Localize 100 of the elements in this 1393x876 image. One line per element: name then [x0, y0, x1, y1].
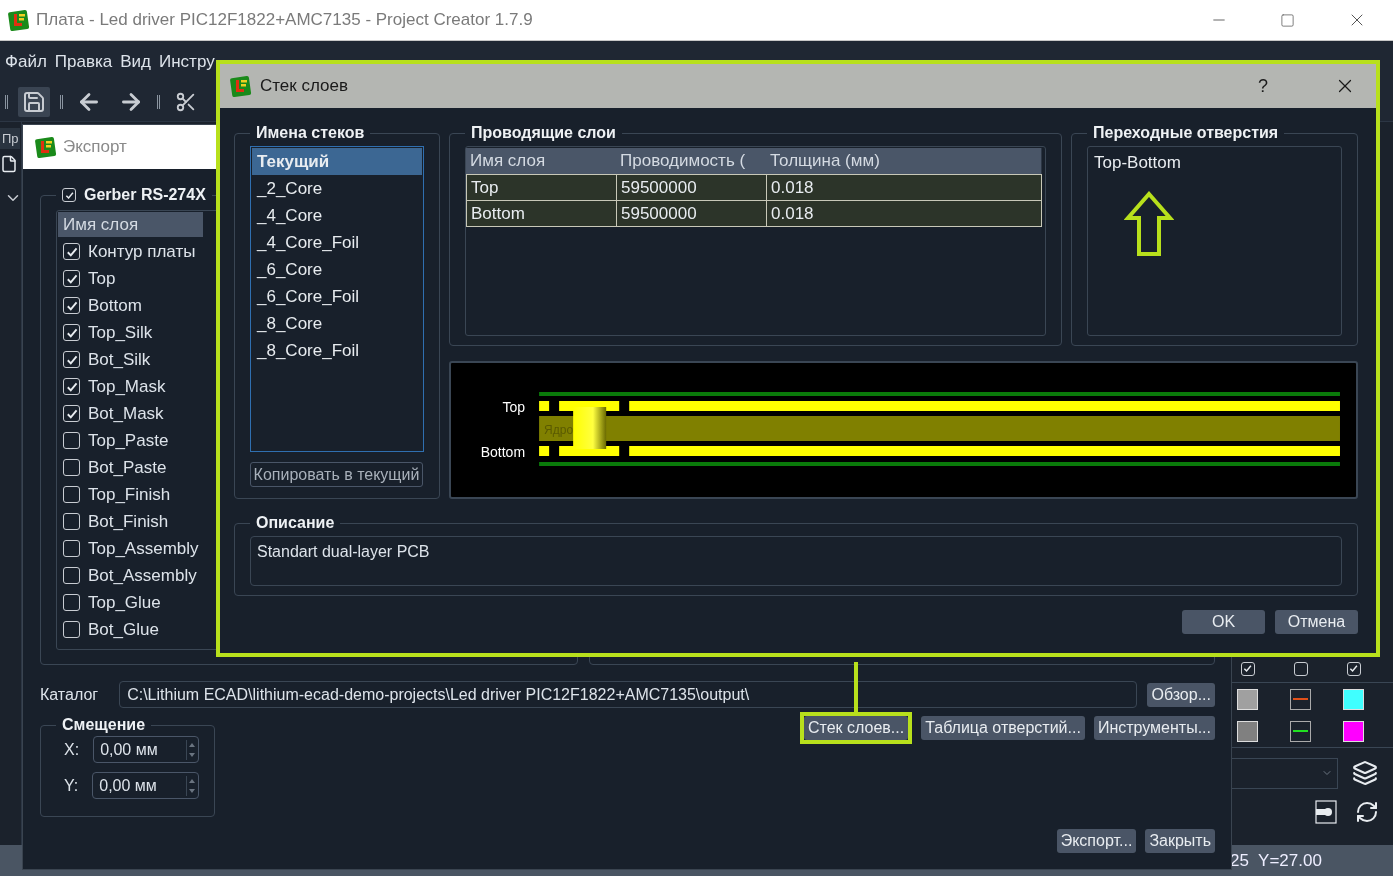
layer-name: Bot_Assembly — [88, 565, 198, 586]
group-title: Смещение — [62, 716, 146, 734]
checkbox[interactable] — [1240, 661, 1255, 676]
list-item[interactable]: _8_Core_Foil — [252, 337, 422, 364]
color-swatch[interactable] — [1237, 720, 1258, 742]
list-item[interactable]: _6_Core — [252, 256, 422, 283]
checkbox[interactable] — [63, 324, 80, 341]
checkbox[interactable] — [63, 459, 80, 476]
checkbox[interactable] — [1293, 661, 1308, 676]
dialog-title: Стек слоев — [260, 76, 349, 96]
check-icon — [65, 353, 78, 366]
dialog-button[interactable]: Закрыть — [1145, 829, 1215, 853]
app-logo-icon — [8, 9, 30, 31]
list-item[interactable]: _2_Core — [252, 175, 422, 202]
layer-name: Top_Paste — [88, 430, 170, 451]
checkbox[interactable] — [1346, 661, 1361, 676]
check-icon — [1243, 664, 1252, 673]
app-logo-icon — [35, 136, 57, 158]
checkbox[interactable] — [63, 351, 80, 368]
checkbox[interactable] — [63, 540, 80, 557]
color-swatch[interactable] — [1237, 688, 1258, 710]
checkbox[interactable] — [63, 378, 80, 395]
menu-item[interactable]: Инстру — [155, 51, 219, 72]
refresh-icon[interactable] — [1355, 800, 1379, 824]
check-icon — [65, 407, 78, 420]
layer-label: Bottom — [480, 444, 526, 460]
column-header[interactable]: Толщина (мм) — [766, 148, 1042, 174]
checkbox[interactable] — [63, 270, 80, 287]
description-field[interactable]: Standart dual-layer PCB — [250, 536, 1342, 586]
group-title: Переходные отверстия — [1093, 124, 1279, 142]
table-cell: Bottom — [466, 200, 617, 227]
checkbox[interactable] — [63, 405, 80, 422]
field-label: X: — [64, 740, 80, 759]
table-cell: 0.018 — [766, 174, 1042, 201]
color-swatch[interactable] — [1343, 720, 1364, 742]
layer-name: Top_Assembly — [88, 538, 200, 559]
save-icon[interactable] — [18, 86, 50, 117]
color-swatch[interactable] — [1343, 688, 1364, 710]
line-swatch[interactable] — [1290, 720, 1311, 742]
layer-name: Top — [88, 268, 117, 289]
checkbox[interactable] — [62, 188, 76, 202]
group-title: Gerber RS-274X — [84, 186, 206, 204]
layer-name: Bot_Silk — [88, 349, 152, 370]
table-cell: 59500000 — [616, 174, 767, 201]
spin-field[interactable]: 0,00 мм — [92, 772, 199, 799]
layer-name: Bot_Mask — [88, 403, 165, 424]
path-field[interactable]: C:\Lithium ECAD\lithium-ecad-demo-projects\Led driver PIC12F1822+AMC7135\output\ — [119, 681, 1138, 708]
layer-name: Top_Silk — [88, 322, 154, 343]
tab[interactable]: Пр — [0, 128, 20, 149]
group-title: Имена стеков — [256, 124, 365, 142]
table-cell: 0.018 — [766, 200, 1042, 227]
document-icon[interactable] — [0, 155, 18, 173]
menu-item[interactable]: Файл — [1, 51, 51, 72]
menu-item[interactable]: Вид — [116, 51, 155, 72]
check-icon — [65, 272, 78, 285]
layer-name: Bot_Glue — [88, 619, 160, 640]
dialog-button[interactable]: Таблица отверстий... — [921, 716, 1085, 740]
checkbox[interactable] — [63, 567, 80, 584]
checkbox[interactable] — [63, 243, 80, 260]
layer-label: Top — [502, 399, 526, 415]
checkbox[interactable] — [63, 486, 80, 503]
spin-field[interactable]: 0,00 мм — [93, 736, 199, 763]
browse-button[interactable]: Обзор... — [1147, 682, 1215, 707]
layer-name: Контур платы — [88, 241, 197, 262]
list-item[interactable]: Текущий — [252, 148, 422, 175]
group-title: Описание — [256, 514, 335, 532]
check-icon — [64, 190, 74, 200]
check-icon — [65, 245, 78, 258]
dialog-button[interactable]: Стек слоев... — [803, 716, 909, 740]
menu-item[interactable]: Правка — [50, 51, 117, 72]
arrow-up-icon — [1124, 191, 1174, 257]
line-swatch[interactable] — [1290, 688, 1311, 710]
layer-name: Bot_Paste — [88, 457, 168, 478]
checkbox[interactable] — [63, 594, 80, 611]
layer-name: Top_Mask — [88, 376, 167, 397]
dialog-title: Экспорт — [63, 137, 127, 157]
table-cell: 59500000 — [616, 200, 767, 227]
checkbox[interactable] — [63, 297, 80, 314]
list-item[interactable]: _6_Core_Foil — [252, 283, 422, 310]
checkbox[interactable] — [63, 432, 80, 449]
check-icon — [1349, 664, 1358, 673]
column-header[interactable]: Проводимость ( — [616, 148, 767, 174]
copy-button[interactable]: Копировать в текущий — [250, 462, 423, 487]
dialog-button[interactable]: Отмена — [1275, 610, 1358, 634]
list-item[interactable]: _4_Core — [252, 202, 422, 229]
column-header[interactable]: Имя слоя — [58, 212, 203, 237]
checkbox[interactable] — [63, 621, 80, 638]
list-item[interactable]: _4_Core_Foil — [252, 229, 422, 256]
column-header[interactable]: Имя слоя — [466, 148, 617, 174]
layer-name: Top_Finish — [88, 484, 172, 505]
pad-icon[interactable] — [1315, 800, 1337, 824]
list-item[interactable]: _8_Core — [252, 310, 422, 337]
list-item[interactable]: Top-Bottom — [1094, 153, 1335, 173]
dialog-button[interactable]: Экспорт... — [1056, 829, 1137, 853]
help-button[interactable]: ? — [1258, 75, 1268, 97]
dialog-button[interactable]: OK — [1182, 610, 1265, 634]
dialog-button[interactable]: Инструменты... — [1093, 716, 1215, 740]
status-text: 25 Y=27.00 — [1230, 850, 1322, 871]
checkbox[interactable] — [63, 513, 80, 530]
layers-icon[interactable] — [1352, 760, 1378, 786]
